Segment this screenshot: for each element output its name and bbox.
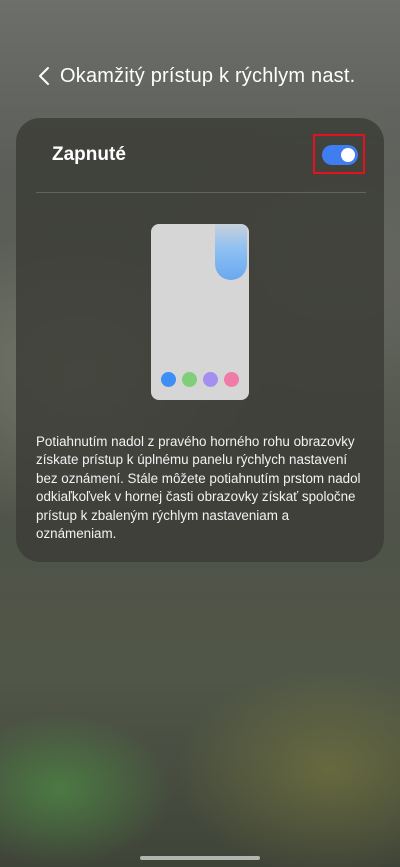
back-button[interactable] [24,56,64,96]
toggle-row[interactable]: Zapnuté [16,118,384,192]
dock-dot-pink [224,372,239,387]
settings-card: Zapnuté Potiahnutím nadol z pravého horn… [16,118,384,562]
switch-knob [341,148,355,162]
switch-highlight [313,134,365,174]
app-dock [161,372,239,387]
app-bar: Okamžitý prístup k rýchlym nast. [0,56,400,96]
swipe-indicator [215,224,247,280]
description-text: Potiahnutím nadol z pravého horného rohu… [36,434,361,542]
dock-dot-purple [203,372,218,387]
divider [36,192,366,193]
page-title: Okamžitý prístup k rýchlym nast. [60,64,356,87]
dock-dot-green [182,372,197,387]
enable-switch[interactable] [322,145,358,165]
phone-illustration [151,224,249,400]
home-indicator[interactable] [140,856,260,860]
chevron-left-icon [39,67,49,85]
toggle-label: Zapnuté [52,144,126,165]
dock-dot-blue [161,372,176,387]
